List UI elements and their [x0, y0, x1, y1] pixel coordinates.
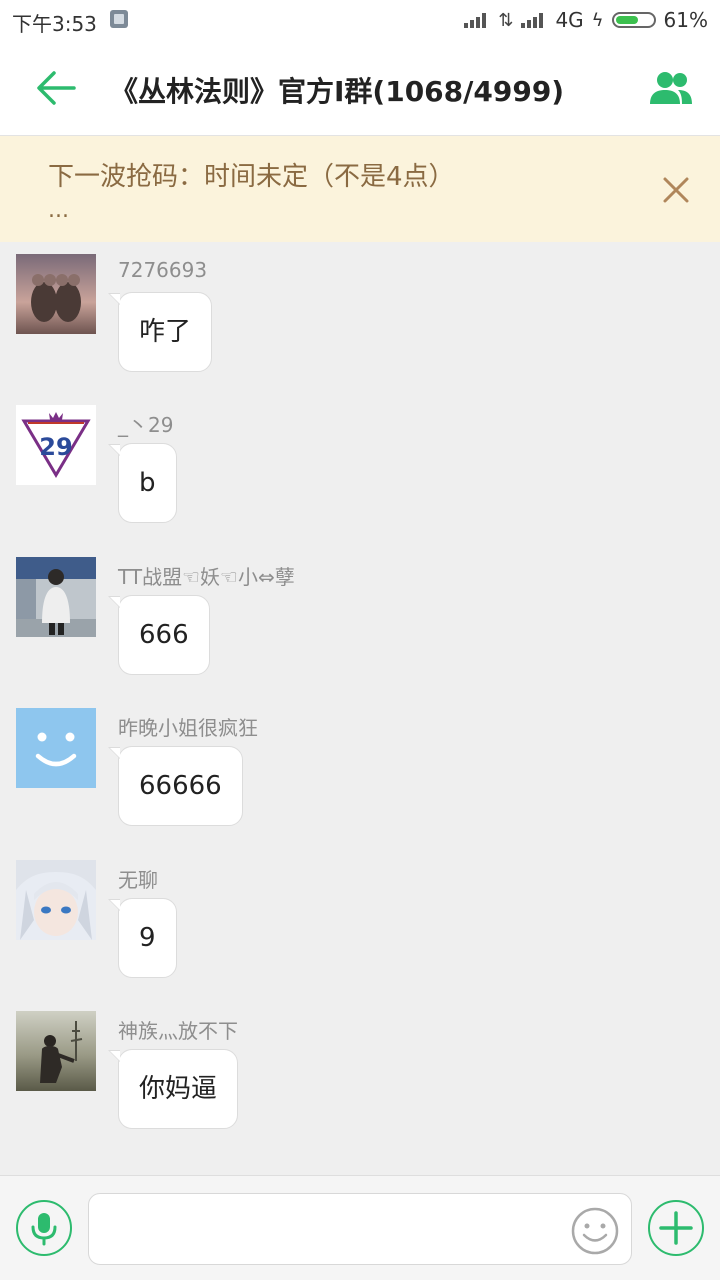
charging-icon: ϟ [591, 9, 604, 31]
avatar[interactable] [16, 557, 96, 637]
group-members-button[interactable] [648, 70, 694, 106]
message-item: 神族灬放不下 你妈逼 [0, 1011, 720, 1151]
notice-ellipsis: ... [48, 198, 69, 223]
avatar[interactable]: 29 [16, 405, 96, 485]
svg-text:29: 29 [39, 433, 72, 461]
chat-header: 《丛林法则》官方I群(1068/4999) [0, 40, 720, 136]
sender-name: TT战盟☜妖☜小⇔孽 [118, 565, 295, 589]
sender-name: 7276693 [118, 258, 208, 282]
data-transfer-icon: ⇅ [498, 9, 514, 31]
sender-name: 无聊 [118, 868, 158, 892]
status-bar: 下午3:53 ⇅ 4G ϟ 61% [0, 0, 720, 40]
group-notice-banner[interactable]: 下一波抢码：时间未定（不是4点） ... [0, 136, 720, 242]
message-item: 7276693 咋了 [0, 254, 720, 394]
microphone-icon [31, 1213, 57, 1246]
message-bubble[interactable]: b [108, 443, 177, 523]
emoji-button[interactable] [570, 1206, 620, 1256]
group-title: 《丛林法则》官方I群(1068/4999) [110, 75, 565, 108]
message-bubble[interactable]: 666 [108, 595, 210, 675]
voice-input-button[interactable] [16, 1200, 72, 1256]
back-button[interactable] [34, 68, 78, 108]
message-item: 无聊 9 [0, 860, 720, 1000]
message-bubble[interactable]: 9 [108, 898, 177, 978]
emoji-icon [571, 1207, 619, 1255]
notice-close-button[interactable] [662, 176, 690, 204]
network-type: 4G [555, 8, 584, 32]
arrow-left-icon [37, 71, 76, 105]
status-indicators: ⇅ 4G ϟ 61% [464, 8, 708, 32]
notice-text: 下一波抢码：时间未定（不是4点） [48, 162, 455, 192]
sender-name: 神族灬放不下 [118, 1019, 238, 1043]
notification-icon [110, 10, 128, 28]
signal-icon [464, 12, 490, 28]
sender-name: _丶29 [118, 413, 174, 437]
avatar[interactable] [16, 1011, 96, 1091]
status-time: 下午3:53 [12, 12, 97, 36]
message-input-bar [0, 1175, 720, 1280]
battery-percent: 61% [663, 8, 708, 32]
battery-icon [611, 12, 656, 28]
avatar[interactable] [16, 860, 96, 940]
plus-icon [659, 1211, 693, 1245]
message-item: 29 _丶29 b [0, 405, 720, 545]
message-bubble[interactable]: 你妈逼 [107, 1049, 239, 1129]
more-options-button[interactable] [648, 1200, 704, 1256]
message-item: 昨晚小姐很疯狂 66666 [0, 708, 720, 848]
message-input[interactable] [88, 1193, 632, 1265]
close-icon [663, 177, 689, 203]
message-bubble[interactable]: 咋了 [107, 292, 213, 372]
signal-icon [521, 12, 547, 28]
message-bubble[interactable]: 66666 [108, 746, 243, 826]
message-item: TT战盟☜妖☜小⇔孽 666 [0, 557, 720, 697]
sender-name: 昨晚小姐很疯狂 [118, 716, 258, 740]
avatar[interactable] [16, 254, 96, 334]
avatar[interactable] [16, 708, 96, 788]
group-members-icon [650, 72, 692, 104]
